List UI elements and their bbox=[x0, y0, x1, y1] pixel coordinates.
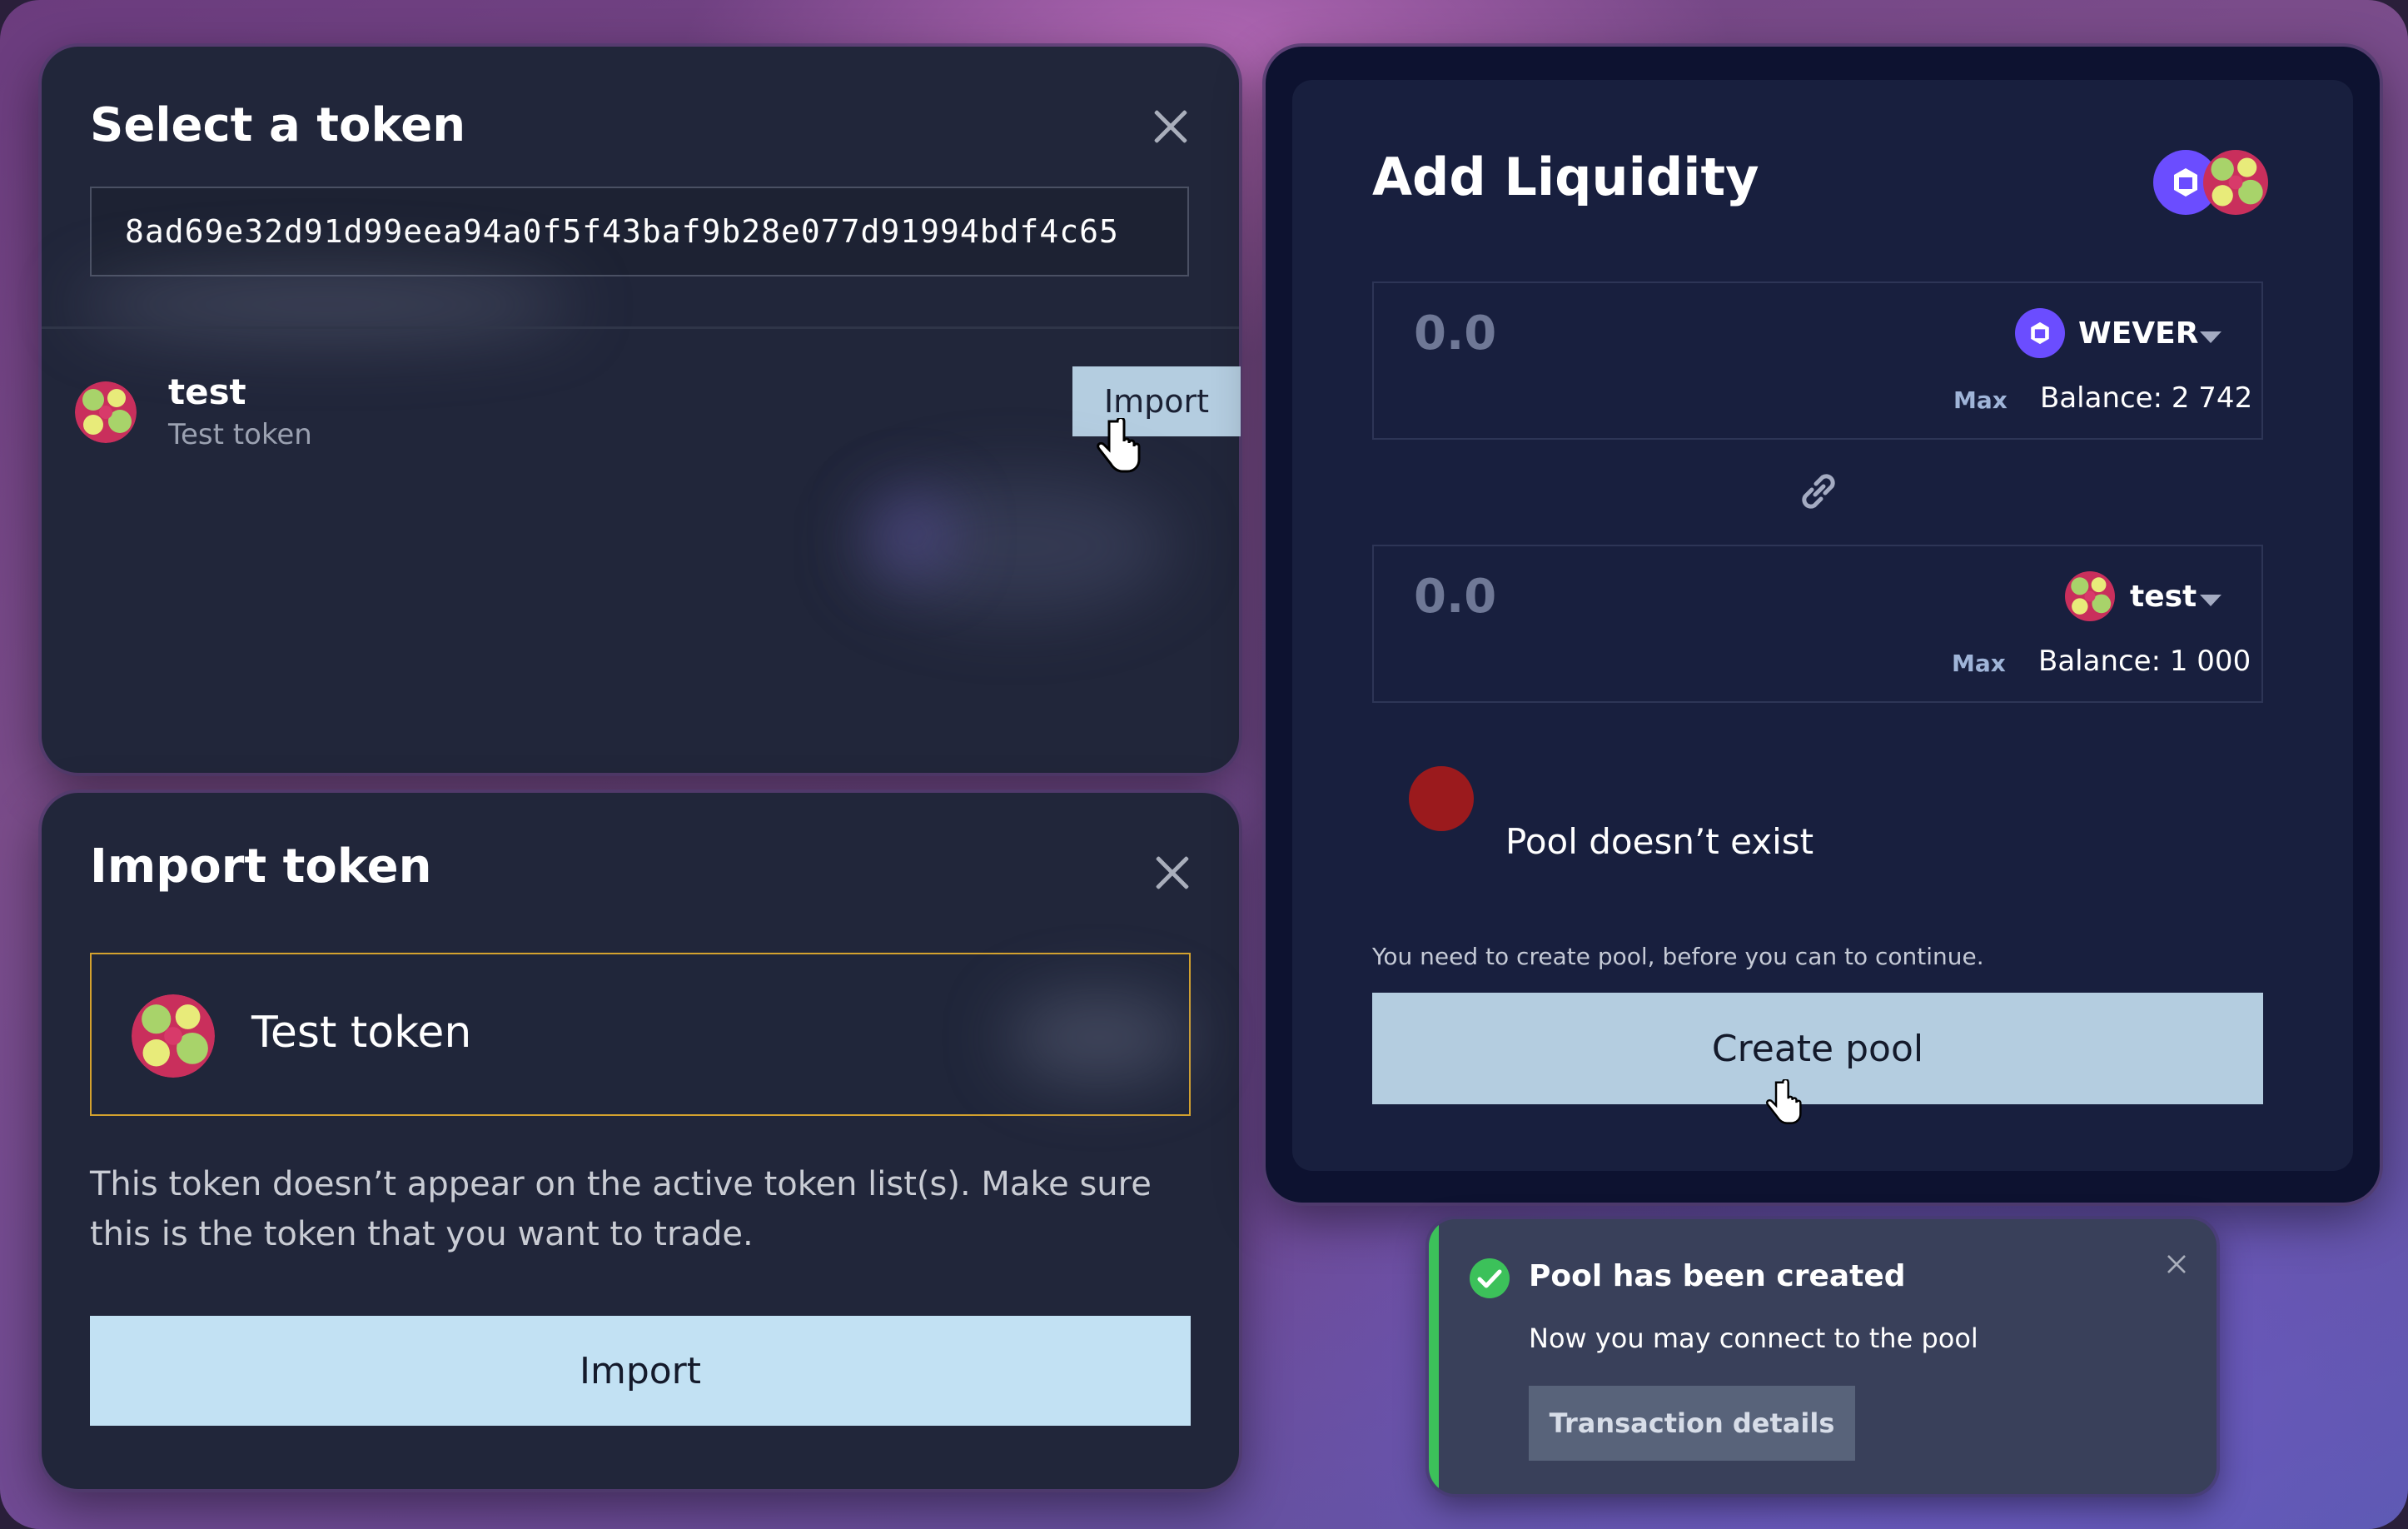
panel-title: Add Liquidity bbox=[1372, 147, 1759, 207]
token-avatar-icon bbox=[2065, 571, 2115, 621]
toast-title: Pool has been created bbox=[1529, 1259, 1906, 1293]
max-button[interactable]: Max bbox=[1952, 650, 2006, 677]
balance-text: Balance: 2 742 bbox=[2040, 381, 2253, 415]
cursor-icon bbox=[1097, 418, 1141, 473]
max-button[interactable]: Max bbox=[1953, 386, 2007, 414]
token-symbol: WEVER bbox=[2078, 316, 2199, 351]
wever-icon bbox=[2015, 308, 2065, 358]
dialog-title: Import token bbox=[90, 839, 432, 894]
notification-toast: Pool has been created Now you may connec… bbox=[1429, 1219, 2216, 1494]
pool-hint-text: You need to create pool, before you can … bbox=[1372, 943, 1984, 970]
token-card: Test token bbox=[90, 953, 1191, 1116]
token-list-item[interactable]: test Test token Import bbox=[75, 355, 1241, 463]
amount-value[interactable]: 0.0 bbox=[1414, 306, 1496, 361]
close-icon[interactable] bbox=[1152, 853, 1192, 893]
pair-icons bbox=[2153, 150, 2270, 217]
create-pool-button[interactable]: Create pool bbox=[1372, 993, 2263, 1104]
cursor-icon bbox=[1765, 1079, 1802, 1124]
chevron-down-icon bbox=[2200, 595, 2221, 606]
add-liquidity-card: Add Liquidity 0.0 WEVER Max Balance: 2 7… bbox=[1292, 80, 2353, 1171]
token-name: Test token bbox=[251, 1008, 472, 1058]
pool-status-indicator bbox=[1409, 766, 1474, 831]
close-icon[interactable] bbox=[1151, 107, 1191, 147]
app-background: Select a token test Test token Import bbox=[0, 0, 2408, 1529]
toast-message: Now you may connect to the pool bbox=[1529, 1322, 1978, 1354]
token-symbol: test bbox=[2130, 580, 2197, 614]
dialog-title: Select a token bbox=[90, 98, 466, 152]
amount-input-left[interactable]: 0.0 WEVER Max Balance: 2 742 bbox=[1372, 281, 2263, 440]
chevron-down-icon bbox=[2200, 331, 2221, 343]
toast-accent bbox=[1429, 1219, 1439, 1494]
check-circle-icon bbox=[1470, 1258, 1510, 1298]
select-token-dialog: Select a token test Test token Import bbox=[42, 47, 1241, 773]
add-liquidity-panel: Add Liquidity 0.0 WEVER Max Balance: 2 7… bbox=[1266, 47, 2380, 1203]
import-confirm-button[interactable]: Import bbox=[90, 1316, 1191, 1426]
token-name: Test token bbox=[168, 418, 312, 451]
token-selector-left[interactable]: WEVER bbox=[2015, 306, 2240, 360]
pool-status-text: Pool doesn’t exist bbox=[1505, 821, 1814, 862]
link-icon[interactable] bbox=[1792, 465, 1845, 518]
blurred-content bbox=[1007, 996, 1191, 1079]
token-search-input[interactable] bbox=[90, 187, 1189, 276]
balance-text: Balance: 1 000 bbox=[2038, 645, 2251, 678]
blurred-content bbox=[874, 496, 949, 571]
amount-input-right[interactable]: 0.0 test Max Balance: 1 000 bbox=[1372, 545, 2263, 703]
token-selector-right[interactable]: test bbox=[2065, 570, 2240, 623]
divider bbox=[42, 326, 1239, 329]
import-warning: This token doesn’t appear on the active … bbox=[90, 1165, 1152, 1253]
token-avatar-icon bbox=[132, 994, 215, 1078]
import-token-dialog: Import token Test token This token doesn… bbox=[42, 793, 1239, 1489]
token-avatar-icon bbox=[2203, 150, 2268, 215]
close-icon[interactable] bbox=[2169, 1257, 2184, 1272]
amount-value[interactable]: 0.0 bbox=[1414, 570, 1496, 624]
token-symbol: test bbox=[168, 371, 246, 412]
token-avatar-icon bbox=[75, 381, 137, 443]
transaction-details-button[interactable]: Transaction details bbox=[1529, 1386, 1855, 1461]
